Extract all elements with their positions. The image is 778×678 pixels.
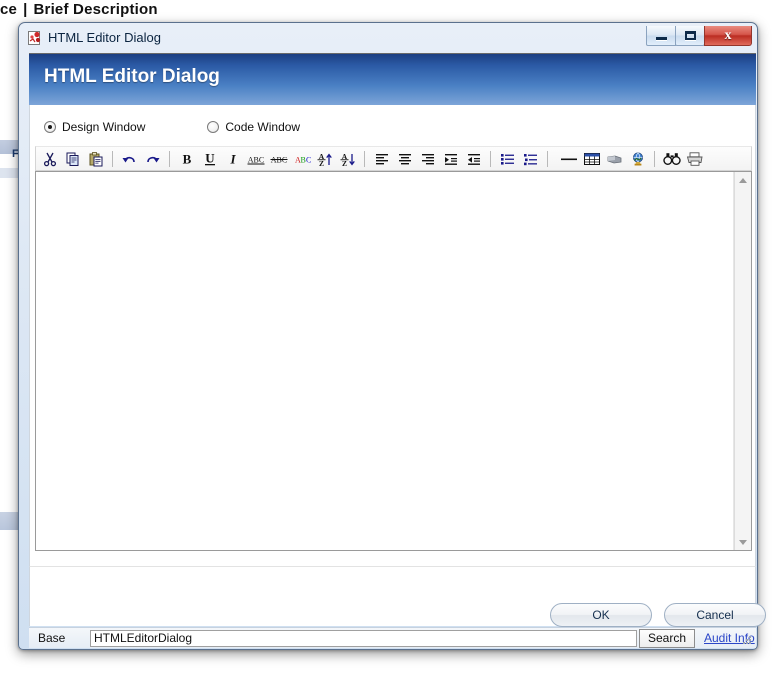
outdent-icon[interactable]	[462, 148, 485, 169]
indent-icon[interactable]	[439, 148, 462, 169]
close-button[interactable]: x	[704, 26, 752, 46]
dialog-header-band: HTML Editor Dialog	[29, 53, 756, 105]
html-editor-dialog: HTML Editor Dialog x HTML Editor Dialog …	[18, 22, 766, 650]
spellcheck-icon[interactable]: ABC	[244, 148, 267, 169]
insert-hyperlink-icon[interactable]	[626, 148, 649, 169]
insert-image-icon[interactable]	[603, 148, 626, 169]
maximize-icon	[684, 31, 696, 40]
radio-code-window[interactable]: Code Window	[207, 120, 300, 134]
breadcrumb-separator: |	[23, 1, 28, 18]
underline-icon[interactable]: U	[198, 148, 221, 169]
dialog-body: Design Window Code Window B U I ABC ABC …	[29, 105, 756, 566]
svg-text:B: B	[182, 151, 191, 166]
editor-vertical-scrollbar[interactable]	[734, 172, 751, 550]
toolbar-separator	[112, 150, 113, 167]
editor-content[interactable]	[36, 172, 734, 550]
bulleted-list-icon[interactable]	[496, 148, 519, 169]
toolbar-separator	[547, 150, 548, 167]
redo-icon[interactable]	[141, 148, 164, 169]
minimize-icon	[655, 36, 667, 40]
paste-icon[interactable]	[84, 148, 107, 169]
toolbar-separator	[654, 150, 655, 167]
toolbar-separator	[490, 150, 491, 167]
insert-table-icon[interactable]	[580, 148, 603, 169]
sort-descending-icon[interactable]: A Z	[336, 148, 359, 169]
scroll-up-icon	[739, 177, 747, 183]
cancel-button[interactable]: Cancel	[664, 603, 766, 627]
ok-button[interactable]: OK	[550, 603, 652, 627]
toolbar-separator	[364, 150, 365, 167]
editor-toolbar: B U I ABC ABC A B C A Z A Z	[35, 146, 752, 171]
page-title: HTML Editor Dialog	[44, 66, 220, 87]
bold-icon[interactable]: B	[175, 148, 198, 169]
copy-icon[interactable]	[61, 148, 84, 169]
sort-ascending-icon[interactable]: A Z	[313, 148, 336, 169]
minimize-button[interactable]	[646, 26, 676, 46]
base-label: Base	[38, 631, 66, 645]
scroll-down-button[interactable]	[735, 534, 751, 550]
numbered-list-icon[interactable]	[519, 148, 542, 169]
view-mode-radio-group: Design Window Code Window	[44, 120, 362, 134]
find-icon[interactable]	[660, 148, 683, 169]
radio-design-window[interactable]: Design Window	[44, 120, 145, 134]
svg-text:I: I	[229, 151, 236, 166]
radio-code-window-label: Code Window	[225, 120, 301, 134]
undo-icon[interactable]	[118, 148, 141, 169]
align-left-icon[interactable]	[370, 148, 393, 169]
resize-grip[interactable]	[741, 634, 753, 646]
html-editor-area[interactable]	[35, 171, 752, 551]
scroll-down-icon	[739, 539, 747, 545]
dialog-button-strip: OK Cancel	[29, 566, 766, 627]
html-page-icon	[27, 30, 43, 46]
base-input[interactable]	[90, 629, 637, 647]
breadcrumb-section: Brief Description	[33, 1, 158, 18]
spellcheck-color-icon[interactable]: A B C	[290, 148, 313, 169]
breadcrumb: ce | Brief Description	[0, 0, 778, 20]
breadcrumb-tail: ce	[0, 1, 18, 18]
toolbar-separator	[169, 150, 170, 167]
radio-selected-icon	[44, 121, 56, 133]
dialog-title: HTML Editor Dialog	[48, 30, 161, 45]
dialog-statusbar: Base Search Audit Info	[29, 627, 756, 648]
print-icon[interactable]	[683, 148, 706, 169]
strikethrough-icon[interactable]: ABC	[267, 148, 290, 169]
dialog-titlebar[interactable]: HTML Editor Dialog x	[22, 26, 754, 52]
italic-icon[interactable]: I	[221, 148, 244, 169]
svg-text:ABC: ABC	[247, 155, 263, 164]
svg-text:C: C	[306, 155, 311, 164]
scroll-up-button[interactable]	[735, 172, 751, 188]
cut-icon[interactable]	[38, 148, 61, 169]
maximize-button[interactable]	[675, 26, 705, 46]
radio-unselected-icon	[207, 121, 220, 133]
window-controls: x	[646, 26, 752, 46]
horizontal-rule-icon[interactable]	[557, 148, 580, 169]
close-icon: x	[724, 27, 732, 43]
search-button[interactable]: Search	[639, 628, 695, 648]
radio-design-window-label: Design Window	[62, 120, 146, 134]
svg-text:U: U	[205, 151, 215, 166]
align-right-icon[interactable]	[416, 148, 439, 169]
align-center-icon[interactable]	[393, 148, 416, 169]
